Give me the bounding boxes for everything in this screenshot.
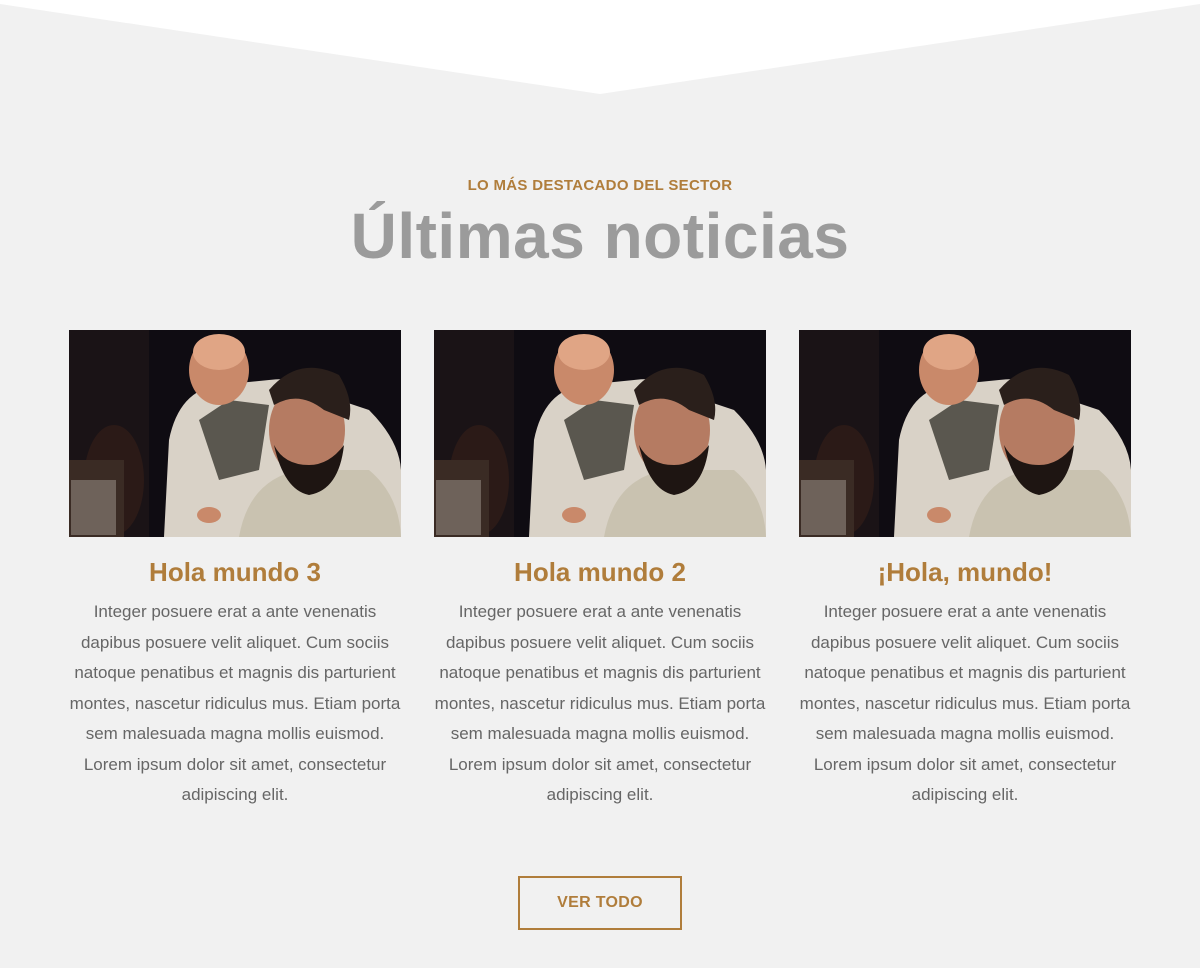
post-excerpt: Integer posuere erat a ante venenatis da… [434, 602, 766, 804]
section-eyebrow: LO MÁS DESTACADO DEL SECTOR [467, 177, 733, 194]
news-card: ¡Hola, mundo! Integer posuere erat a ant… [799, 330, 1131, 811]
post-title[interactable]: Hola mundo 2 [434, 557, 766, 587]
post-excerpt: Integer posuere erat a ante venenatis da… [69, 602, 401, 804]
news-card: Hola mundo 3 Integer posuere erat a ante… [69, 330, 401, 811]
view-all-button[interactable]: VER TODO [518, 876, 682, 930]
news-cards: Hola mundo 3 Integer posuere erat a ante… [69, 330, 1131, 811]
post-title[interactable]: Hola mundo 3 [69, 557, 401, 587]
post-thumbnail-image[interactable] [799, 330, 1131, 537]
post-thumbnail-image[interactable] [69, 330, 401, 537]
post-excerpt: Integer posuere erat a ante venenatis da… [799, 602, 1131, 804]
post-thumbnail-image[interactable] [434, 330, 766, 537]
section-header: LO MÁS DESTACADO DEL SECTOR Últimas noti… [0, 176, 1200, 272]
news-card: Hola mundo 2 Integer posuere erat a ante… [434, 330, 766, 811]
top-divider-shape [0, 0, 1200, 94]
post-title[interactable]: ¡Hola, mundo! [799, 557, 1131, 587]
section-title: Últimas noticias [350, 200, 850, 272]
